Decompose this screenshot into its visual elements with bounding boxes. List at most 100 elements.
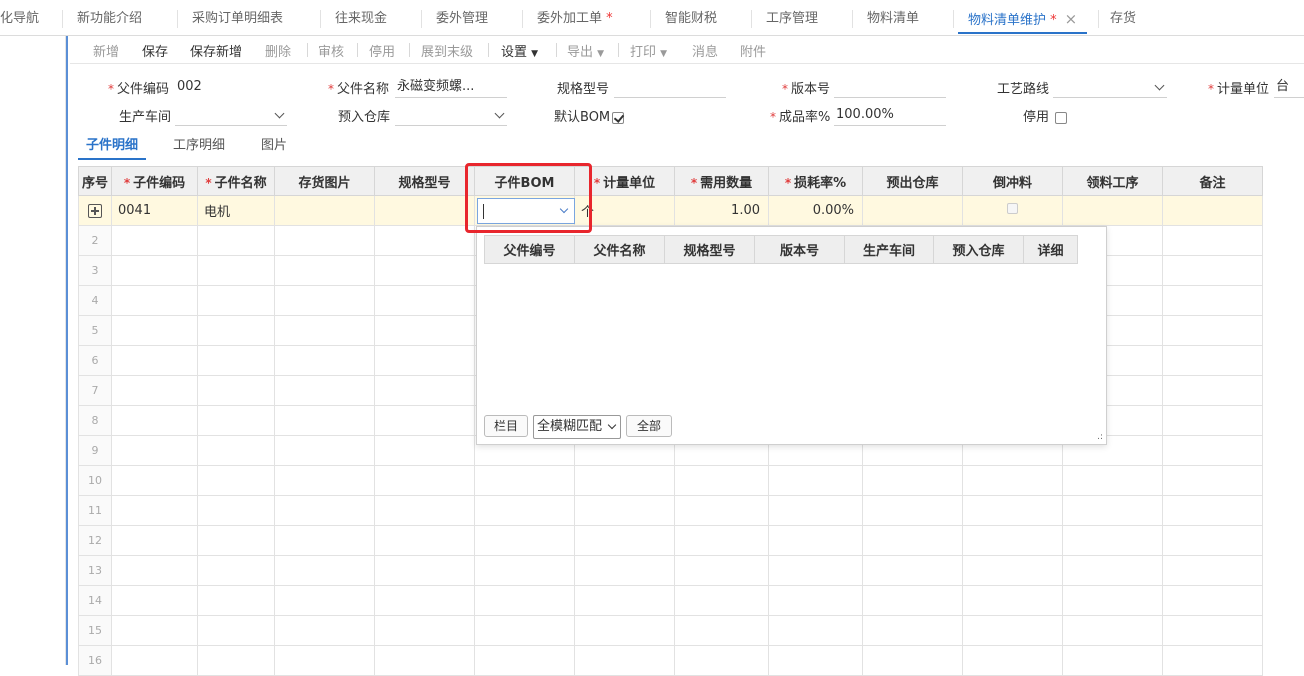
col-header[interactable]: 序号 <box>78 166 112 196</box>
grid-cell[interactable] <box>474 615 575 646</box>
tab-purchase-order-detail[interactable]: 采购订单明细表 <box>192 0 283 36</box>
row-handle[interactable] <box>78 195 112 226</box>
grid-cell[interactable] <box>197 315 275 346</box>
tab-navigation[interactable]: 化导航 <box>0 0 40 36</box>
save-button[interactable]: 保存 <box>142 41 168 60</box>
grid-cell[interactable] <box>274 405 375 436</box>
grid-cell[interactable] <box>111 285 198 316</box>
tab-bom-maintenance[interactable]: 物料清单维护 * × <box>958 0 1088 34</box>
grid-cell[interactable] <box>474 495 575 526</box>
grid-cell[interactable] <box>197 585 275 616</box>
uom-field[interactable]: 台 <box>1274 76 1304 98</box>
delete-button[interactable]: 删除 <box>265 41 291 60</box>
grid-cell[interactable] <box>197 645 275 676</box>
grid-cell[interactable] <box>197 285 275 316</box>
subtab-image[interactable]: 图片 <box>261 134 287 153</box>
col-header[interactable]: 存货图片 <box>274 166 375 196</box>
grid-cell[interactable] <box>111 315 198 346</box>
grid-cell[interactable] <box>1162 375 1263 406</box>
col-header[interactable]: * 需用数量 <box>674 166 769 196</box>
grid-cell[interactable] <box>862 495 963 526</box>
grid-cell[interactable] <box>1162 255 1263 286</box>
row-menu-icon[interactable] <box>88 203 102 218</box>
yield-field[interactable]: 100.00% <box>834 104 946 126</box>
cell-loss[interactable]: 0.00% <box>768 195 863 226</box>
grid-cell[interactable] <box>862 525 963 556</box>
spec-field[interactable] <box>614 76 726 98</box>
grid-cell[interactable] <box>274 525 375 556</box>
subtab-process[interactable]: 工序明细 <box>173 134 225 153</box>
grid-cell[interactable] <box>197 405 275 436</box>
grid-cell[interactable] <box>274 645 375 676</box>
grid-cell[interactable] <box>574 585 675 616</box>
tab-process-management[interactable]: 工序管理 <box>766 0 818 36</box>
popup-col-header[interactable]: 父件编号 <box>484 235 575 264</box>
grid-cell[interactable] <box>674 465 769 496</box>
new-button[interactable]: 新增 <box>93 41 119 60</box>
grid-cell[interactable] <box>197 375 275 406</box>
grid-cell[interactable] <box>374 345 475 376</box>
grid-cell[interactable] <box>1162 645 1263 676</box>
grid-cell[interactable] <box>1162 285 1263 316</box>
popup-col-header[interactable]: 版本号 <box>754 235 845 264</box>
resize-grip-icon[interactable]: .: <box>1097 433 1103 442</box>
cell-child-code[interactable]: 0041 <box>111 195 198 226</box>
grid-cell[interactable] <box>768 525 863 556</box>
grid-cell[interactable] <box>962 615 1063 646</box>
close-icon[interactable]: × <box>1065 10 1078 28</box>
popup-col-header[interactable]: 生产车间 <box>844 235 934 264</box>
grid-cell[interactable] <box>1062 465 1163 496</box>
grid-cell[interactable] <box>574 555 675 586</box>
grid-cell[interactable] <box>574 465 675 496</box>
grid-cell[interactable] <box>111 585 198 616</box>
grid-cell[interactable] <box>674 645 769 676</box>
col-header[interactable]: * 损耗率% <box>768 166 863 196</box>
grid-cell[interactable] <box>111 495 198 526</box>
grid-cell[interactable] <box>274 495 375 526</box>
grid-cell[interactable] <box>111 345 198 376</box>
col-header[interactable]: 规格型号 <box>374 166 475 196</box>
col-header[interactable]: * 子件名称 <box>197 166 275 196</box>
grid-cell[interactable] <box>274 315 375 346</box>
table-row[interactable]: 10 <box>78 465 1263 496</box>
grid-cell[interactable] <box>574 615 675 646</box>
grid-cell[interactable] <box>768 615 863 646</box>
workshop-select[interactable] <box>175 104 287 126</box>
grid-cell[interactable] <box>197 465 275 496</box>
grid-cell[interactable] <box>197 255 275 286</box>
popup-col-header[interactable]: 详细 <box>1023 235 1078 264</box>
grid-cell[interactable] <box>374 405 475 436</box>
grid-cell[interactable] <box>1162 315 1263 346</box>
grid-cell[interactable] <box>1162 465 1263 496</box>
table-row[interactable]: 14 <box>78 585 1263 616</box>
grid-cell[interactable] <box>197 525 275 556</box>
grid-cell[interactable] <box>768 495 863 526</box>
message-button[interactable]: 消息 <box>692 41 718 60</box>
grid-cell[interactable] <box>197 615 275 646</box>
grid-cell[interactable] <box>674 525 769 556</box>
grid-cell[interactable] <box>111 225 198 256</box>
tab-new-features[interactable]: 新功能介绍 <box>77 0 142 36</box>
match-mode-select[interactable]: 全模糊匹配 <box>533 415 621 439</box>
tab-outsourcing-order[interactable]: 委外加工单 * <box>537 0 613 36</box>
grid-cell[interactable] <box>862 615 963 646</box>
grid-cell[interactable] <box>274 225 375 256</box>
grid-cell[interactable] <box>768 585 863 616</box>
grid-cell[interactable] <box>1062 495 1163 526</box>
grid-cell[interactable] <box>962 525 1063 556</box>
export-menu[interactable]: 导出 ▼ <box>567 41 604 60</box>
grid-cell[interactable] <box>374 315 475 346</box>
grid-cell[interactable] <box>274 585 375 616</box>
grid-cell[interactable] <box>111 255 198 286</box>
grid-cell[interactable] <box>1062 555 1163 586</box>
grid-cell[interactable] <box>1062 645 1163 676</box>
grid-cell[interactable] <box>674 585 769 616</box>
grid-cell[interactable] <box>274 375 375 406</box>
grid-cell[interactable] <box>1162 405 1263 436</box>
grid-cell[interactable] <box>768 555 863 586</box>
grid-cell[interactable] <box>374 375 475 406</box>
grid-cell[interactable] <box>1162 225 1263 256</box>
grid-cell[interactable] <box>274 255 375 286</box>
backflush-checkbox[interactable] <box>1007 203 1018 214</box>
grid-cell[interactable] <box>374 465 475 496</box>
